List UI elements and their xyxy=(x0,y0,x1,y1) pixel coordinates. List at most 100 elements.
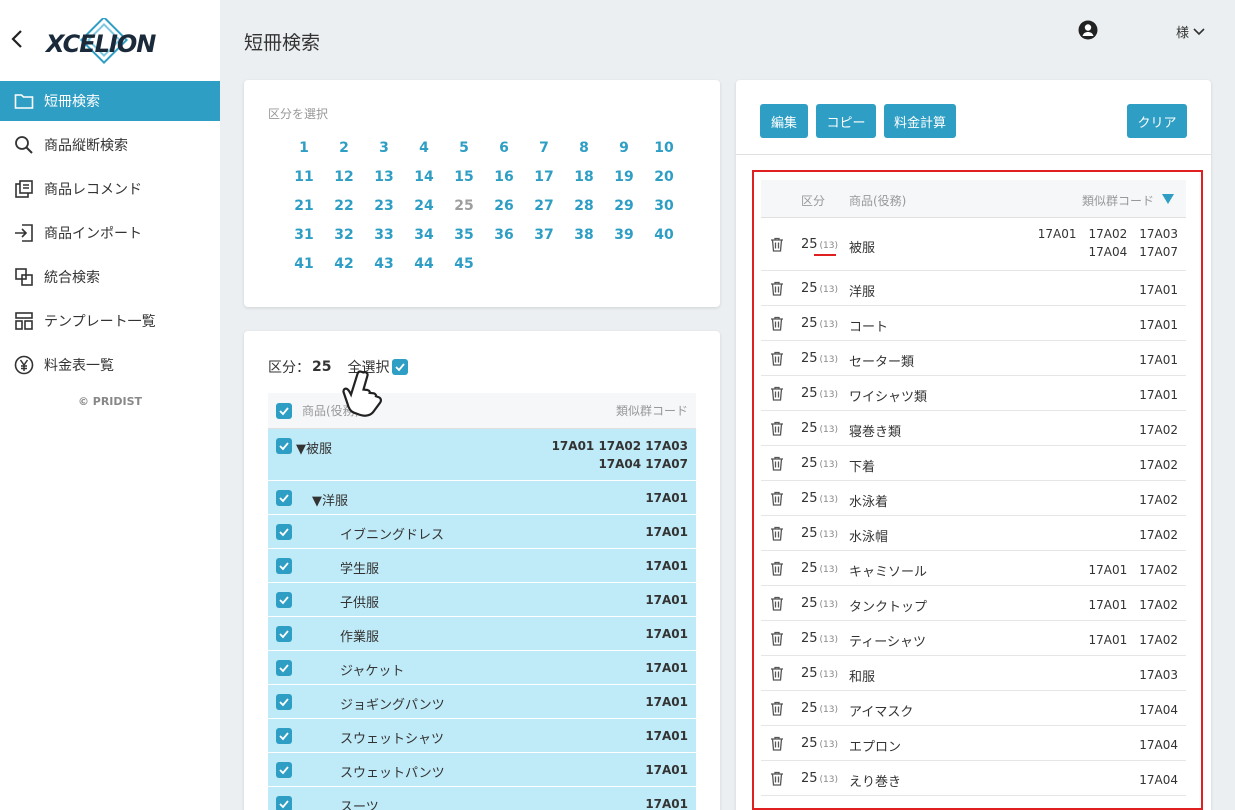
class-number-5[interactable]: 5 xyxy=(444,140,484,156)
class-number-17[interactable]: 17 xyxy=(524,169,564,185)
class-number-9[interactable]: 9 xyxy=(604,140,644,156)
class-number-23[interactable]: 23 xyxy=(364,198,404,214)
sidebar-item-price-list[interactable]: 料金表一覧 xyxy=(0,345,220,385)
row-checkbox[interactable] xyxy=(276,438,292,454)
sidebar-item-merge-search[interactable]: 統合検索 xyxy=(0,257,220,297)
class-number-4[interactable]: 4 xyxy=(404,140,444,156)
class-number-15[interactable]: 15 xyxy=(444,169,484,185)
row-product-name: スーツ xyxy=(340,800,379,810)
tree-row[interactable]: イブニングドレス 17A01 xyxy=(268,515,696,549)
edit-button[interactable]: 編集 xyxy=(760,104,808,138)
row-checkbox[interactable] xyxy=(276,524,292,540)
tree-row[interactable]: 学生服 17A01 xyxy=(268,549,696,583)
row-codes: 17A01 xyxy=(645,625,688,643)
class-number-11[interactable]: 11 xyxy=(284,169,324,185)
row-checkbox[interactable] xyxy=(276,728,292,744)
tree-row[interactable]: スウェットシャツ 17A01 xyxy=(268,719,696,753)
tree-table-header: 商品(役務) 類似群コード xyxy=(268,393,696,429)
row-product-name: イブニングドレス xyxy=(340,528,445,543)
sidebar-item-label: 商品インポート xyxy=(44,226,142,242)
clear-button[interactable]: クリア xyxy=(1127,104,1187,138)
row-checkbox[interactable] xyxy=(276,796,292,810)
class-number-10[interactable]: 10 xyxy=(644,140,684,156)
tree-row[interactable]: ▼洋服 17A01 xyxy=(268,481,696,515)
merge-search-icon xyxy=(12,265,36,289)
row-checkbox[interactable] xyxy=(276,490,292,506)
class-number-16[interactable]: 16 xyxy=(484,169,524,185)
header-checkbox[interactable] xyxy=(276,402,292,419)
class-number-25[interactable]: 25 xyxy=(444,198,484,214)
class-number-12[interactable]: 12 xyxy=(324,169,364,185)
sidebar-item-recommend[interactable]: 商品レコメンド xyxy=(0,169,220,209)
calc-fee-button[interactable]: 料金計算 xyxy=(884,104,956,138)
class-number-22[interactable]: 22 xyxy=(324,198,364,214)
row-code-line: 17A01 xyxy=(645,525,688,539)
tree-row[interactable]: スーツ 17A01 xyxy=(268,787,696,810)
class-number-43[interactable]: 43 xyxy=(364,256,404,272)
class-number-3[interactable]: 3 xyxy=(364,140,404,156)
class-number-1[interactable]: 1 xyxy=(284,140,324,156)
tree-row[interactable]: 子供服 17A01 xyxy=(268,583,696,617)
row-checkbox[interactable] xyxy=(276,558,292,574)
class-number-30[interactable]: 30 xyxy=(644,198,684,214)
class-number-34[interactable]: 34 xyxy=(404,227,444,243)
sidebar-item-tanzaku-search[interactable]: 短冊検索 xyxy=(0,81,220,121)
select-all-checkbox[interactable] xyxy=(392,359,409,375)
class-number-20[interactable]: 20 xyxy=(644,169,684,185)
class-number-38[interactable]: 38 xyxy=(564,227,604,243)
user-menu[interactable]: 様 xyxy=(1176,22,1205,41)
row-product-name: ▼被服 xyxy=(296,442,332,457)
tree-row[interactable]: ▼被服 17A01 17A02 17A03 17A04 17A07 xyxy=(268,429,696,481)
row-codes: 17A01 xyxy=(645,693,688,711)
class-number-27[interactable]: 27 xyxy=(524,198,564,214)
class-number-13[interactable]: 13 xyxy=(364,169,404,185)
class-number-29[interactable]: 29 xyxy=(604,198,644,214)
tree-row[interactable]: 作業服 17A01 xyxy=(268,617,696,651)
chevron-down-icon xyxy=(1193,27,1205,35)
class-number-32[interactable]: 32 xyxy=(324,227,364,243)
class-number-40[interactable]: 40 xyxy=(644,227,684,243)
class-number-14[interactable]: 14 xyxy=(404,169,444,185)
row-checkbox[interactable] xyxy=(276,592,292,608)
class-number-37[interactable]: 37 xyxy=(524,227,564,243)
import-icon xyxy=(12,221,36,245)
class-number-41[interactable]: 41 xyxy=(284,256,324,272)
page-title: 短冊検索 xyxy=(244,32,321,54)
account-icon[interactable] xyxy=(1078,20,1098,40)
class-number-18[interactable]: 18 xyxy=(564,169,604,185)
sidebar-item-templates[interactable]: テンプレート一覧 xyxy=(0,301,220,341)
row-codes: 17A01 xyxy=(645,727,688,745)
class-number-31[interactable]: 31 xyxy=(284,227,324,243)
class-number-39[interactable]: 39 xyxy=(604,227,644,243)
row-checkbox[interactable] xyxy=(276,626,292,642)
divider xyxy=(736,154,1211,155)
back-arrow-icon[interactable] xyxy=(10,28,24,50)
copy-button[interactable]: コピー xyxy=(816,104,876,138)
class-number-8[interactable]: 8 xyxy=(564,140,604,156)
row-checkbox[interactable] xyxy=(276,762,292,778)
tree-row[interactable]: ジャケット 17A01 xyxy=(268,651,696,685)
class-number-42[interactable]: 42 xyxy=(324,256,364,272)
tree-row[interactable]: スウェットパンツ 17A01 xyxy=(268,753,696,787)
class-number-28[interactable]: 28 xyxy=(564,198,604,214)
tree-row[interactable]: ジョギングパンツ 17A01 xyxy=(268,685,696,719)
row-product-name: スウェットパンツ xyxy=(340,766,445,781)
class-number-45[interactable]: 45 xyxy=(444,256,484,272)
class-number-26[interactable]: 26 xyxy=(484,198,524,214)
class-number-7[interactable]: 7 xyxy=(524,140,564,156)
class-number-21[interactable]: 21 xyxy=(284,198,324,214)
class-number-6[interactable]: 6 xyxy=(484,140,524,156)
class-number-33[interactable]: 33 xyxy=(364,227,404,243)
row-checkbox[interactable] xyxy=(276,694,292,710)
class-number-35[interactable]: 35 xyxy=(444,227,484,243)
row-checkbox[interactable] xyxy=(276,660,292,676)
class-number-19[interactable]: 19 xyxy=(604,169,644,185)
class-number-44[interactable]: 44 xyxy=(404,256,444,272)
sidebar-item-product-search[interactable]: 商品縦断検索 xyxy=(0,125,220,165)
sidebar-item-import[interactable]: 商品インポート xyxy=(0,213,220,253)
class-number-24[interactable]: 24 xyxy=(404,198,444,214)
class-number-36[interactable]: 36 xyxy=(484,227,524,243)
row-code-line: 17A01 xyxy=(645,797,688,810)
sidebar-item-label: 短冊検索 xyxy=(44,94,100,110)
class-number-2[interactable]: 2 xyxy=(324,140,364,156)
